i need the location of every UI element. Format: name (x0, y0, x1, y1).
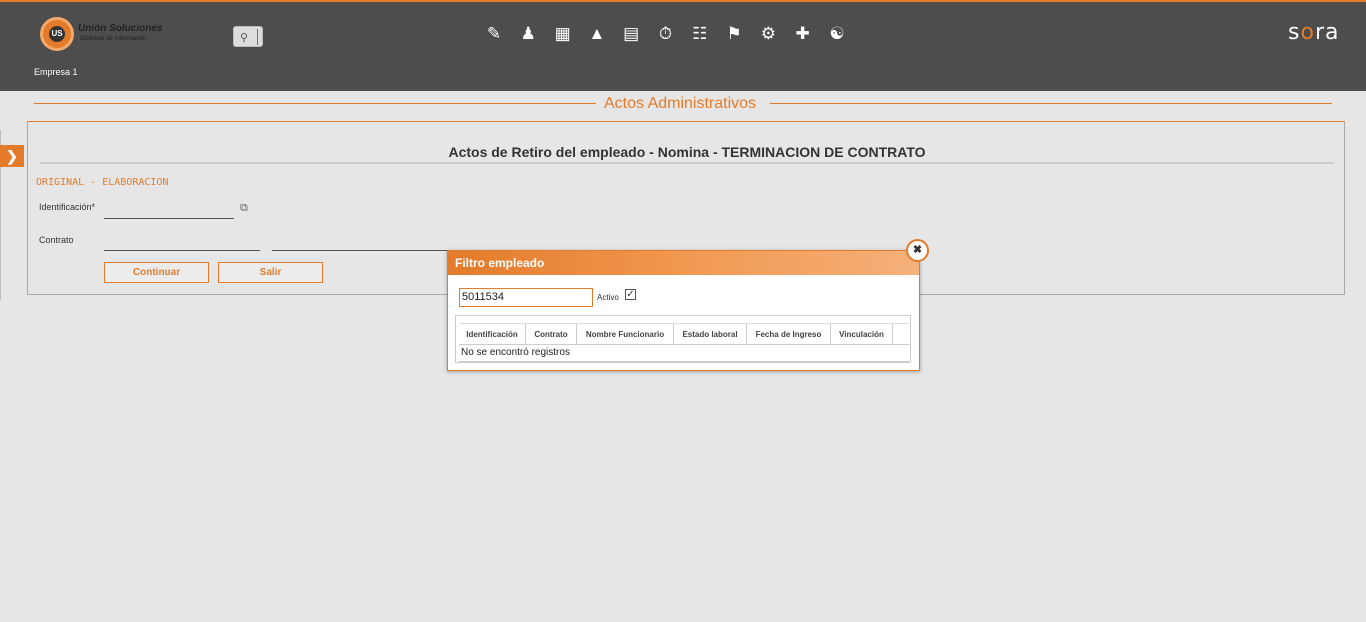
contrato-description-field[interactable] (272, 250, 447, 251)
medical-kit-icon[interactable]: ✚ (792, 23, 814, 45)
employee-results-table: Identificación Contrato Nombre Funcionar… (455, 315, 911, 363)
column-header[interactable]: Vinculación (831, 324, 893, 345)
document-status: ORIGINAL - ELABORACION (36, 177, 169, 188)
column-header[interactable]: Contrato (526, 324, 577, 345)
salir-button[interactable]: Salir (218, 262, 323, 283)
settings-gears-icon[interactable]: ⚙ (757, 23, 779, 45)
contrato-label: Contrato (39, 235, 74, 245)
dialog-header[interactable]: Filtro empleado (448, 251, 919, 275)
lookup-icon[interactable]: ⧉ (240, 202, 252, 214)
brand-logo: sora (1288, 20, 1340, 45)
filter-employee-dialog: Filtro empleado 5011534 Activo ✓ Identif… (447, 250, 920, 371)
column-header-spacer (893, 324, 909, 345)
logo-subtitle: Sistemas de Información (80, 36, 147, 42)
expand-sidebar-button[interactable]: ❯ (0, 145, 24, 167)
training-icon[interactable]: ⚑ (723, 23, 745, 45)
search-icon: ⚲ (240, 32, 249, 44)
employee-filter-input[interactable]: 5011534 (459, 288, 593, 307)
gift-icon[interactable]: ▦ (552, 23, 574, 45)
search-button[interactable]: ⚲ (233, 26, 263, 47)
contrato-field[interactable] (104, 250, 260, 251)
chevron-right-icon: ❯ (6, 148, 18, 164)
logo-emblem: US (40, 17, 74, 51)
section-title-rule-left (34, 103, 596, 104)
column-header[interactable]: Fecha de Ingreso (747, 324, 831, 345)
continuar-button[interactable]: Continuar (104, 262, 209, 283)
id-card-icon[interactable]: ▤ (620, 23, 642, 45)
column-header[interactable]: Nombre Funcionario (577, 324, 674, 345)
search-separator (257, 29, 258, 45)
table-header: Identificación Contrato Nombre Funcionar… (459, 323, 909, 345)
group-search-icon[interactable]: ☯ (826, 23, 848, 45)
empty-results-message: No se encontró registros (461, 347, 570, 358)
report-icon[interactable]: ☷ (689, 23, 711, 45)
logo-name: Unión Soluciones (78, 23, 163, 34)
org-chart-icon[interactable]: ▲ (586, 23, 608, 45)
column-header[interactable]: Identificación (459, 324, 526, 345)
company-logo[interactable]: US Unión Soluciones Sistemas de Informac… (40, 17, 170, 51)
form-title: Actos de Retiro del empleado - Nomina - … (448, 144, 926, 160)
form-title-rule (40, 162, 1334, 164)
column-header[interactable]: Estado laboral (674, 324, 747, 345)
activo-label: Activo (597, 293, 619, 302)
company-name: Empresa 1 (34, 67, 78, 77)
user-money-icon[interactable]: ♟ (517, 23, 539, 45)
section-title-rule-right (770, 103, 1332, 104)
close-dialog-button[interactable]: ✖ (906, 239, 929, 262)
close-icon: ✖ (912, 244, 923, 256)
module-nav: ✎ ♟ ▦ ▲ ▤ ⏱ ☷ ⚑ ⚙ ✚ ☯ (483, 23, 860, 45)
stopwatch-icon[interactable]: ⏱ (654, 23, 676, 45)
table-body: No se encontró registros (459, 345, 909, 362)
activo-checkbox[interactable]: ✓ (625, 289, 636, 300)
identificacion-label: Identificación* (39, 202, 96, 212)
dialog-title: Filtro empleado (455, 256, 545, 270)
section-title: Actos Administrativos (604, 95, 757, 112)
top-bar: US Unión Soluciones Sistemas de Informac… (0, 0, 1366, 91)
identificacion-field[interactable] (104, 218, 234, 219)
edit-doc-icon[interactable]: ✎ (483, 23, 505, 45)
